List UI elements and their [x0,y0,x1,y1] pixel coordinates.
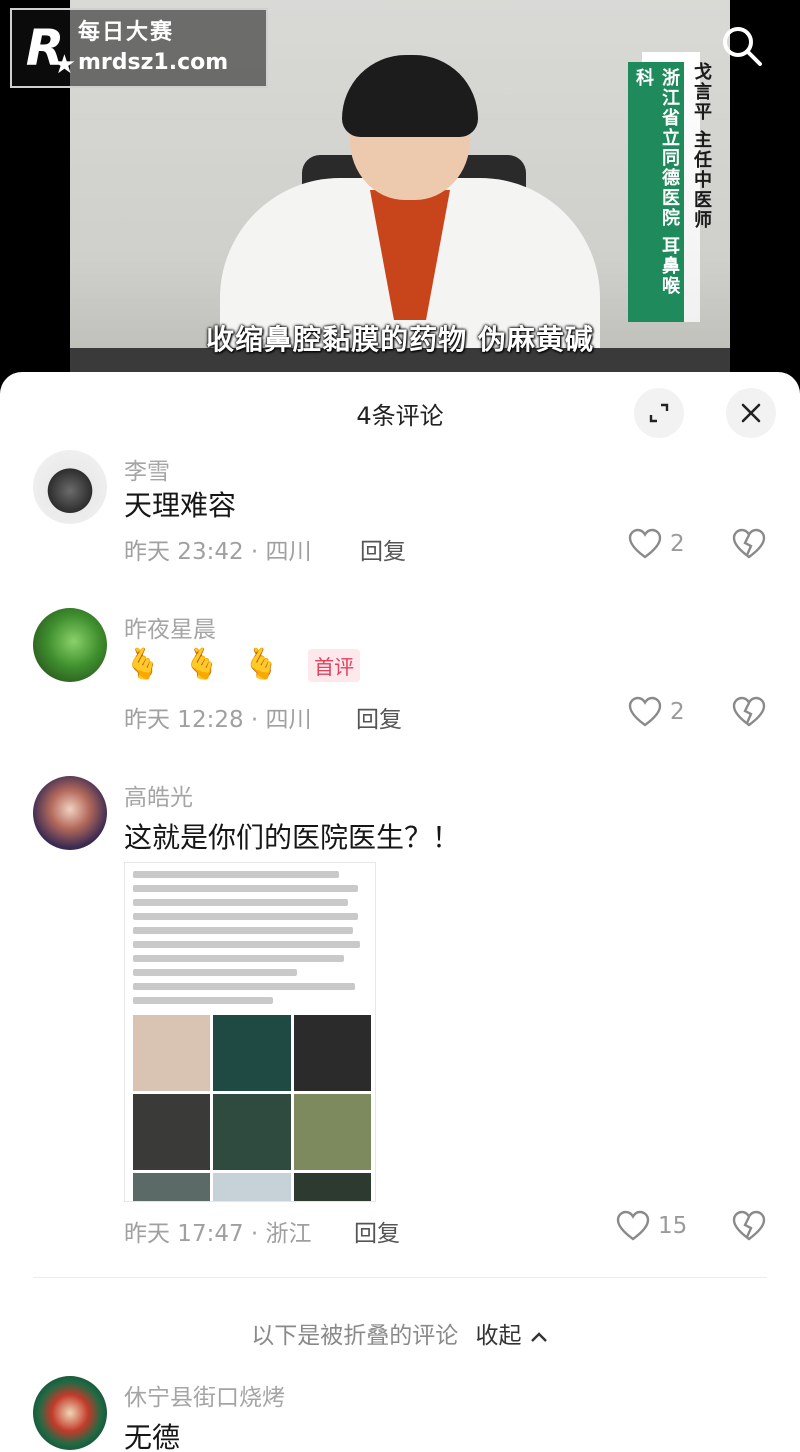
comment-item: 李雪 天理难容 昨天 23:42 · 四川 回复 2 [0,442,800,582]
video-doctor-hair [342,55,478,137]
reply-button[interactable]: 回复 [354,1214,400,1248]
first-comment-badge: 首评 [308,648,361,682]
folded-comments-bar: 以下是被折叠的评论 收起 [0,1316,800,1350]
broken-heart-icon [732,696,766,727]
comment-username[interactable]: 高皓光 [124,778,193,812]
comment-text: 无德 [124,1421,181,1452]
star-icon: ★ [52,50,76,80]
hospital-dept: 浙江省立同德医院 耳鼻喉科 [628,62,684,322]
heart-icon [628,528,662,559]
site-watermark-logo: R ★ 每日大赛 mrdsz1.com [10,8,268,88]
comment-username[interactable]: 休宁县街口烧烤 [124,1378,285,1412]
dislike-button[interactable] [732,1210,766,1246]
avatar[interactable] [33,1376,107,1450]
finger-heart-emoji: 🫰 [242,647,281,682]
chevron-up-icon [530,1331,547,1342]
like-count: 2 [670,531,685,557]
finger-heart-emoji: 🫰 [124,647,162,682]
comment-emoji-row: 🫰 🫰 🫰 首评 [124,647,361,682]
comment-item: 昨夜星晨 🫰 🫰 🫰 首评 昨天 12:28 · 四川 回复 2 [0,602,800,752]
comment-text: 这就是你们的医院医生？！ [124,821,461,854]
avatar[interactable] [33,450,107,524]
reply-button[interactable]: 回复 [356,700,402,734]
logo-line2: mrdsz1.com [78,50,229,75]
comment-text: 天理难容 [124,489,237,522]
expand-icon [649,403,669,423]
logo-mark: R ★ [12,10,78,86]
dislike-button[interactable] [732,696,766,732]
doctor-name-banner: 戈言平 主任中医师 浙江省立同德医院 耳鼻喉科 [628,52,712,322]
comment-image-attachment[interactable] [124,862,376,1202]
heart-icon [616,1210,650,1241]
comment-time-location: 昨天 12:28 · 四川 [124,707,312,733]
dislike-button[interactable] [732,528,766,564]
attachment-text-lines [125,863,375,1004]
search-icon [723,27,762,66]
comment-time-location: 昨天 17:47 · 浙江 [124,1221,312,1247]
comment-username[interactable]: 昨夜星晨 [124,610,216,644]
close-button[interactable] [726,388,776,438]
finger-heart-emoji: 🫰 [183,647,221,682]
comment-time-location: 昨天 23:42 · 四川 [124,539,312,565]
avatar[interactable] [33,776,107,850]
like-count: 2 [670,699,685,725]
avatar[interactable] [33,608,107,682]
like-button[interactable]: 2 [628,696,685,728]
folded-comments-label: 以下是被折叠的评论 [251,1323,459,1349]
like-button[interactable]: 15 [616,1210,687,1242]
comment-item: 休宁县街口烧烤 无德 [0,1372,800,1452]
attachment-photo-grid [133,1015,371,1201]
logo-line1: 每日大赛 [78,20,175,45]
broken-heart-icon [732,528,766,559]
folded-divider [33,1277,767,1278]
video-player[interactable]: 戈言平 主任中医师 浙江省立同德医院 耳鼻喉科 收缩鼻腔黏膜的药物 伪麻黄碱 R… [0,0,800,392]
comment-item: 高皓光 这就是你们的医院医生？！ 昨天 17:47 · 浙江 回复 15 [0,772,800,1262]
broken-heart-icon [732,1210,766,1241]
heart-icon [628,696,662,727]
like-button[interactable]: 2 [628,528,685,560]
collapse-button[interactable]: 收起 [476,1323,549,1349]
comment-username[interactable]: 李雪 [124,452,170,486]
logo-text: 每日大赛 mrdsz1.com [78,18,228,78]
comment-sheet: 4条评论 李雪 天理难容 昨天 23:42 · 四川 回复 2 昨夜星晨 🫰 🫰… [0,372,800,1452]
close-icon [741,403,761,423]
like-count: 15 [658,1213,688,1239]
expand-button[interactable] [634,388,684,438]
comment-sheet-header: 4条评论 [0,372,800,452]
collapse-label: 收起 [475,1323,522,1349]
video-caption: 收缩鼻腔黏膜的药物 伪麻黄碱 [206,323,594,356]
reply-button[interactable]: 回复 [360,532,406,566]
search-button[interactable] [716,20,768,72]
doctor-name-title: 戈言平 主任中医师 [691,62,712,231]
